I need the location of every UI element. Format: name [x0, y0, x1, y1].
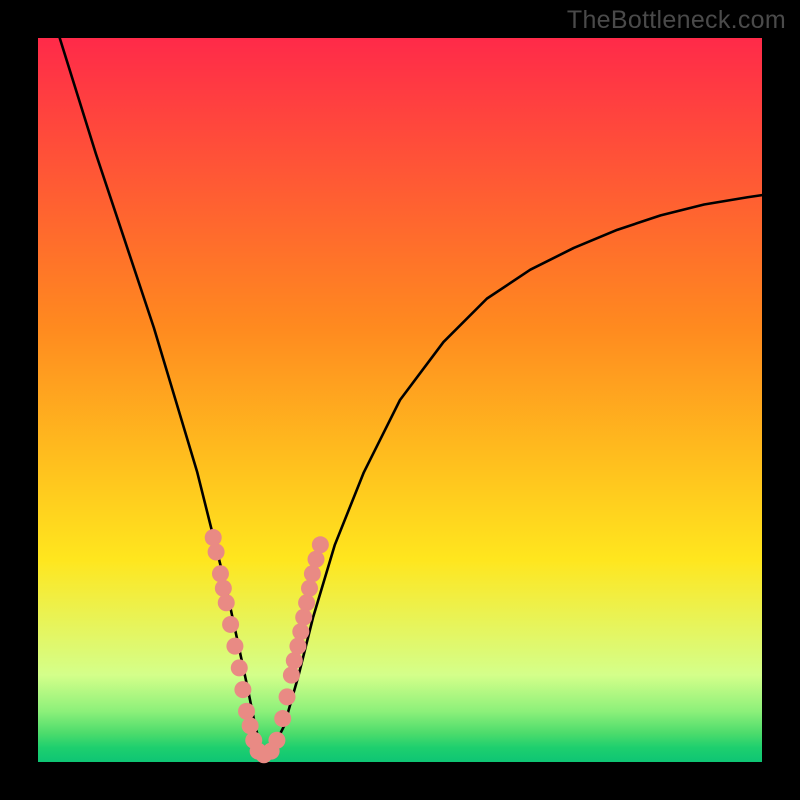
sample-dot [279, 688, 296, 705]
sample-dot [208, 544, 225, 561]
sample-dot [292, 623, 309, 640]
sample-dot [212, 565, 229, 582]
sample-dot [242, 717, 259, 734]
sample-dot [283, 667, 300, 684]
sample-dot [298, 594, 315, 611]
sample-dot [226, 638, 243, 655]
sample-dot [215, 580, 232, 597]
sample-dot [218, 594, 235, 611]
sample-dot [301, 580, 318, 597]
sample-dot [304, 565, 321, 582]
watermark-text: TheBottleneck.com [567, 6, 786, 35]
sample-dot [295, 609, 312, 626]
sample-dot [234, 681, 251, 698]
sample-dot [308, 551, 325, 568]
sample-dot [289, 638, 306, 655]
sample-dot [238, 703, 255, 720]
sample-dot [205, 529, 222, 546]
bottleneck-chart [0, 0, 800, 800]
sample-dot [268, 732, 285, 749]
sample-dot [222, 616, 239, 633]
sample-dot [231, 659, 248, 676]
sample-dot [274, 710, 291, 727]
sample-dot [312, 536, 329, 553]
chart-frame: { "watermark": "TheBottleneck.com", "col… [0, 0, 800, 800]
sample-dot [286, 652, 303, 669]
